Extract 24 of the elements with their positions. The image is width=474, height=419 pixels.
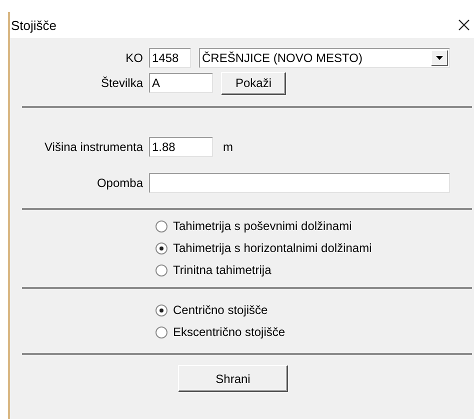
save-button[interactable]: Shrani: [178, 365, 288, 392]
radio-label: Ekscentrično stojišče: [173, 325, 286, 339]
radio-label: Tahimetrija s poševnimi dolžinami: [173, 219, 352, 233]
window-title: Stojišče: [11, 18, 57, 32]
radio-label: Centrično stojišče: [173, 303, 268, 317]
input-field[interactable]: A: [149, 73, 213, 93]
radio-button[interactable]: [155, 326, 168, 338]
dropdown[interactable]: ČREŠNJICE (NOVO MESTO): [199, 48, 450, 68]
radio-button[interactable]: [155, 304, 168, 316]
field-label: Številka: [100, 76, 144, 90]
radio-button[interactable]: [155, 264, 168, 276]
radio-button[interactable]: [155, 220, 168, 232]
field-label: Opomba: [96, 176, 144, 190]
radio-label: Tahimetrija s horizontalnimi dolžinami: [173, 241, 372, 255]
radio-button[interactable]: [155, 242, 168, 254]
close-icon[interactable]: [458, 19, 470, 31]
input-field[interactable]: 1.88: [149, 137, 213, 157]
show-button[interactable]: Pokaži: [221, 72, 286, 94]
input-field[interactable]: 1458: [149, 48, 191, 68]
field-label: Višina instrumenta: [44, 140, 144, 154]
field-label: KO: [124, 51, 144, 65]
radio-label: Trinitna tahimetrija: [173, 263, 272, 277]
unit-label: m: [223, 140, 233, 154]
input-field[interactable]: [149, 173, 450, 193]
